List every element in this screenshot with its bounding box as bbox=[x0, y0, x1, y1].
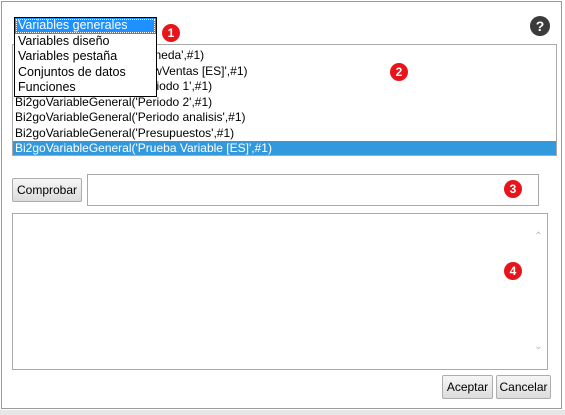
dropdown-option[interactable]: Conjuntos de datos bbox=[15, 65, 156, 81]
dropdown-option[interactable]: Variables pestaña bbox=[15, 49, 156, 65]
scroll-up-icon[interactable]: ⌃ bbox=[530, 228, 547, 245]
background-strip bbox=[0, 410, 565, 415]
list-item[interactable]: Bi2goVariableGeneral('Presupuestos',#1) bbox=[13, 126, 556, 142]
cancel-button[interactable]: Cancelar bbox=[496, 375, 551, 399]
scroll-down-icon[interactable]: ⌄ bbox=[530, 338, 547, 355]
annotation-marker-1: 1 bbox=[162, 24, 180, 42]
dropdown-option[interactable]: Funciones bbox=[15, 80, 156, 96]
annotation-marker-4: 4 bbox=[504, 262, 522, 280]
annotation-marker-2: 2 bbox=[390, 63, 408, 81]
expression-dialog: ? Bi2goVariableGeneral('Moneda',#1) Bi2g… bbox=[1, 1, 562, 409]
annotation-marker-3: 3 bbox=[504, 180, 522, 198]
check-button[interactable]: Comprobar bbox=[12, 178, 82, 202]
accept-button[interactable]: Aceptar bbox=[442, 375, 493, 399]
list-item-selected[interactable]: Bi2goVariableGeneral('Prueba Variable [E… bbox=[13, 141, 556, 155]
expression-input[interactable] bbox=[87, 174, 539, 206]
variable-type-dropdown[interactable]: Variables generales Variables diseño Var… bbox=[14, 17, 157, 97]
list-item[interactable]: Bi2goVariableGeneral('Periodo analisis',… bbox=[13, 110, 556, 126]
help-icon[interactable]: ? bbox=[530, 16, 550, 36]
result-scrollbar[interactable]: ⌃ ⌄ bbox=[530, 214, 547, 369]
dropdown-option[interactable]: Variables diseño bbox=[15, 34, 156, 50]
dropdown-option-selected[interactable]: Variables generales bbox=[15, 18, 156, 34]
result-textarea[interactable]: ⌃ ⌄ bbox=[12, 213, 548, 370]
